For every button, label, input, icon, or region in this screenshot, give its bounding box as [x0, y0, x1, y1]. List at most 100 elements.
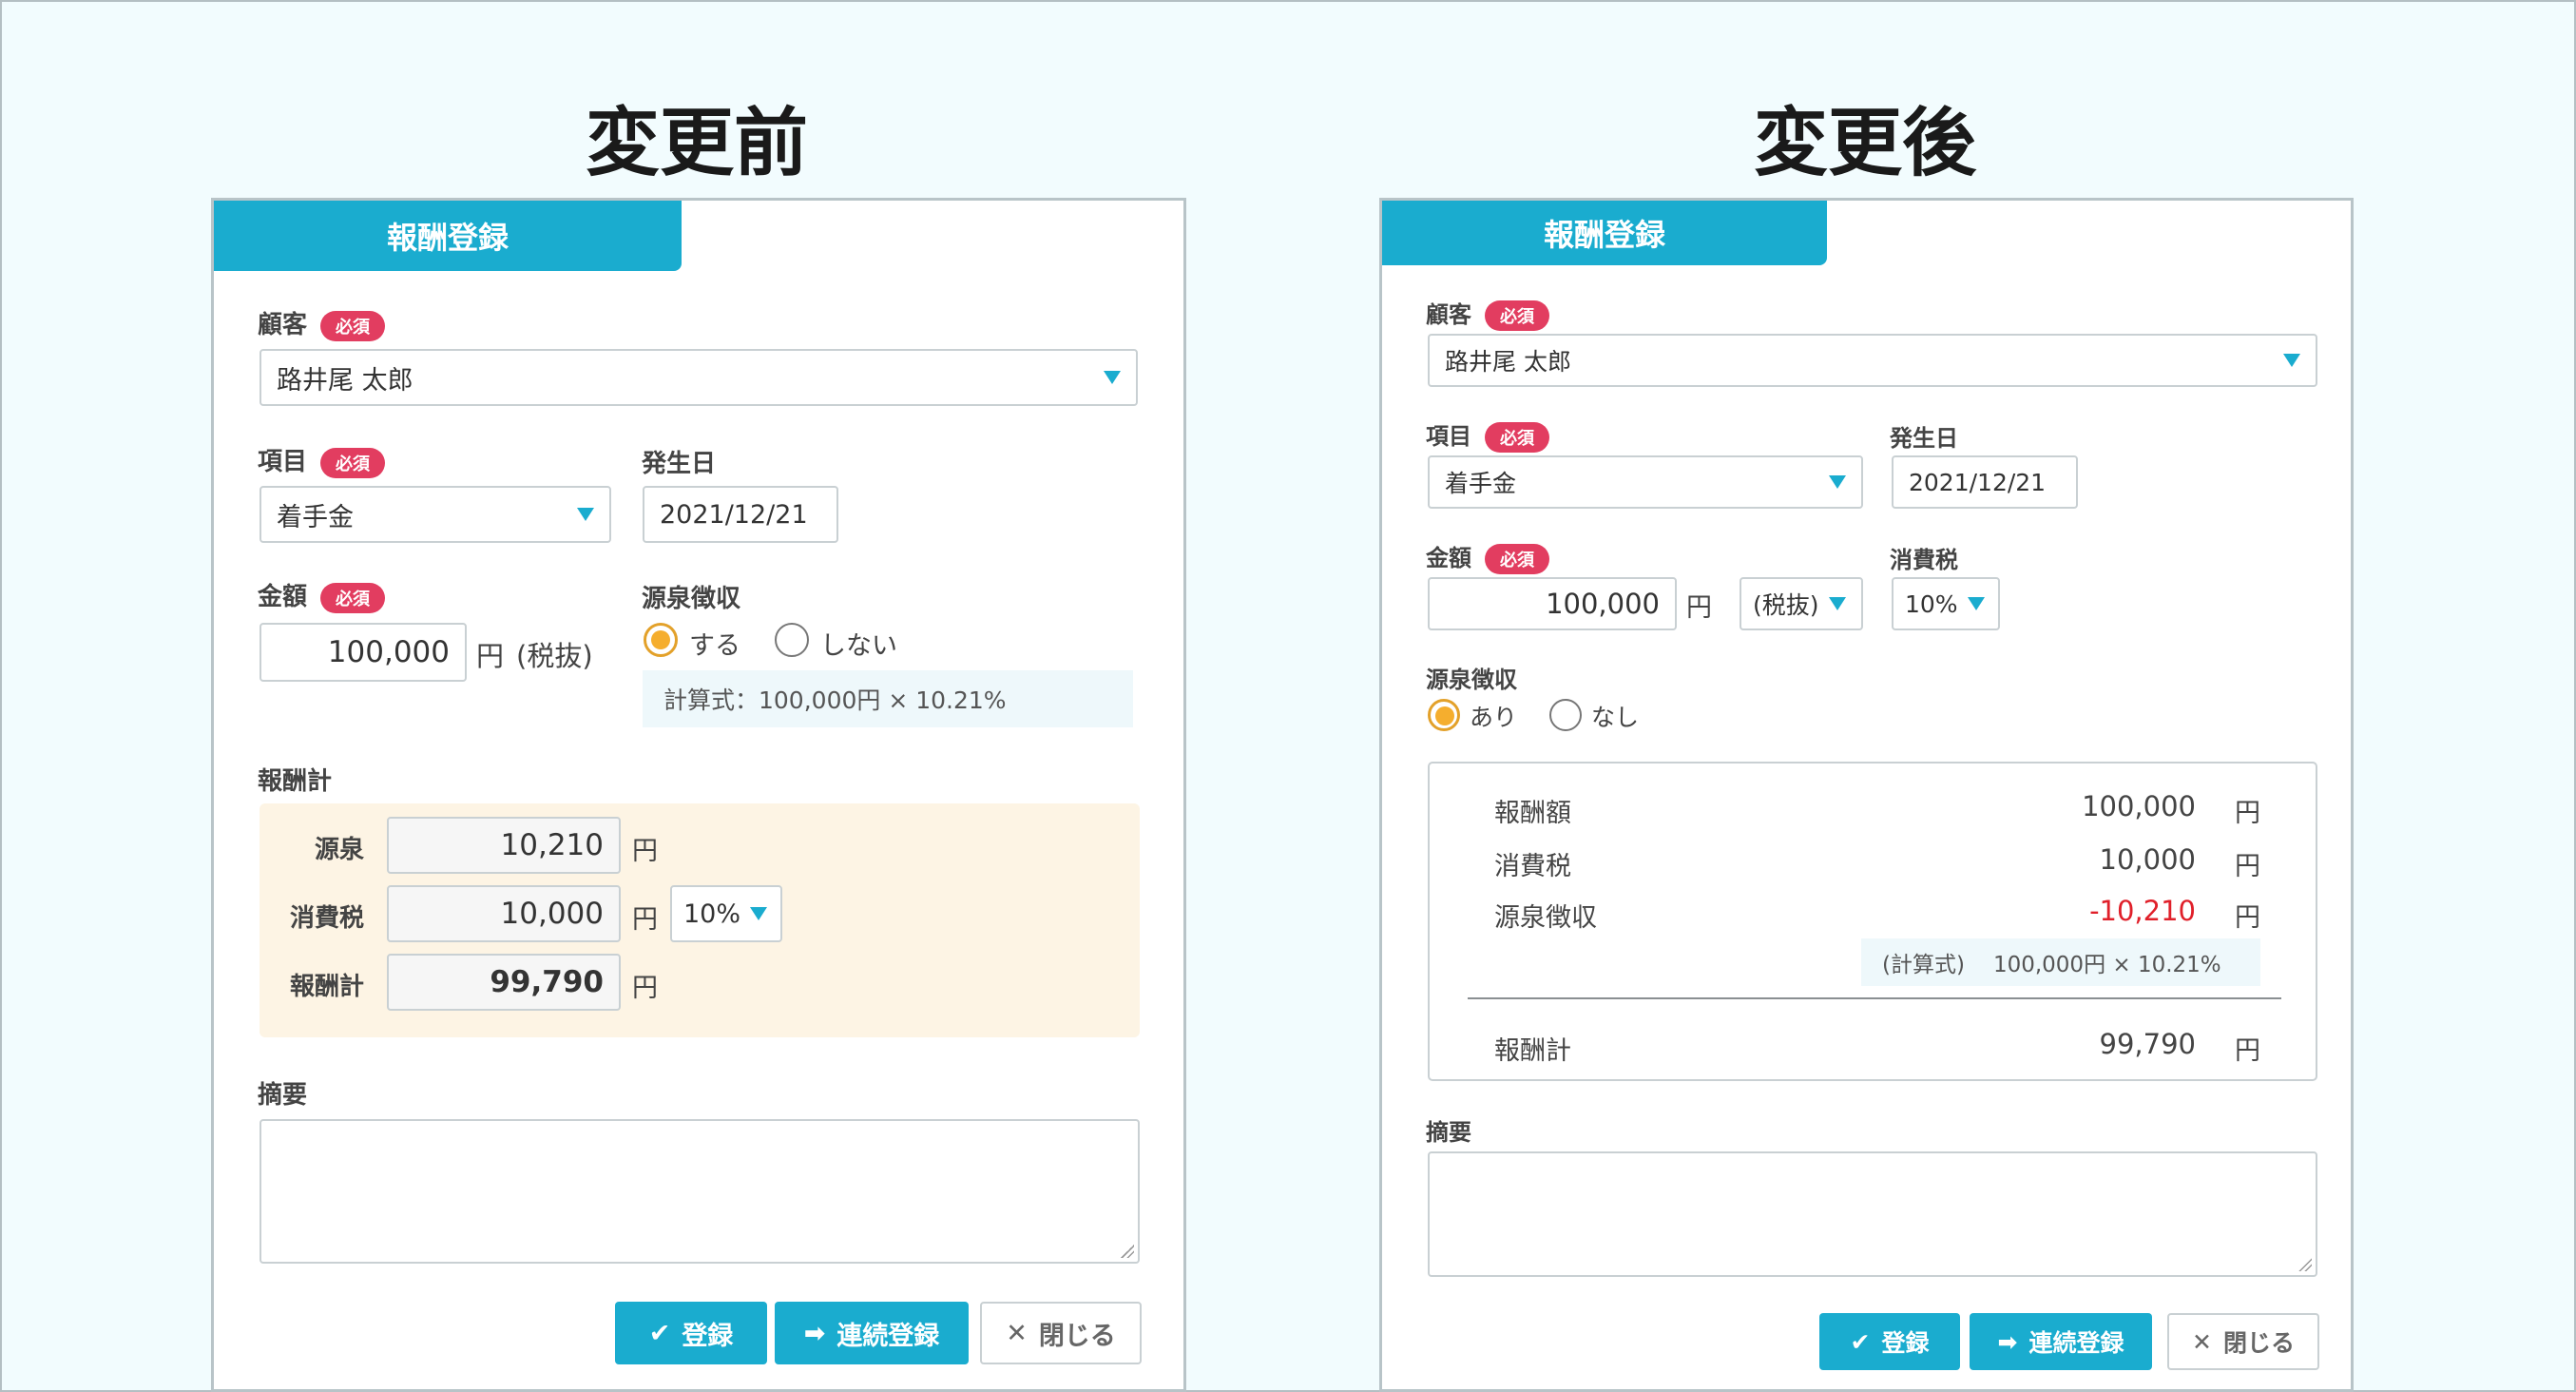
- required-badge: 必須: [1485, 544, 1549, 574]
- item-value: 着手金: [1445, 470, 1517, 497]
- register-button[interactable]: ✔ 登録: [1819, 1313, 1960, 1370]
- item-value: 着手金: [277, 502, 354, 532]
- withholding-row-label: 源泉: [315, 836, 365, 864]
- customer-select[interactable]: 路井尾 太郎: [260, 349, 1138, 406]
- customer-label: 顧客 必須: [258, 305, 386, 341]
- withholding-unit: 円: [632, 837, 658, 866]
- fee-amount-label: 報酬額: [1494, 799, 1571, 828]
- continuous-register-button[interactable]: ➡ 連続登録: [1970, 1313, 2152, 1370]
- required-badge: 必須: [1485, 300, 1549, 331]
- item-label: 項目 必須: [258, 442, 386, 478]
- check-icon: ✔: [648, 1318, 671, 1348]
- date-label: 発生日: [1890, 425, 1958, 452]
- customer-value: 路井尾 太郎: [277, 365, 413, 396]
- resize-handle-icon[interactable]: [1121, 1245, 1134, 1258]
- chevron-down-icon: [1104, 371, 1121, 384]
- customer-select[interactable]: 路井尾 太郎: [1428, 334, 2317, 387]
- tax-unit: 円: [632, 905, 658, 935]
- withholding-formula: (計算式) 100,000円 × 10.21%: [1861, 938, 2260, 986]
- date-input[interactable]: 2021/12/21: [643, 486, 838, 543]
- summary-divider: [1468, 997, 2281, 999]
- fee-summary-box: 報酬額 100,000 円 消費税 10,000 円 源泉徴収 -10,210 …: [1428, 762, 2317, 1081]
- fee-sum-unit: 円: [632, 974, 658, 1003]
- customer-value: 路井尾 太郎: [1445, 348, 1571, 376]
- before-panel: 報酬登録 顧客 必須 路井尾 太郎 項目 必須 着手金 発生日 2021/12/21…: [211, 198, 1186, 1392]
- after-panel: 報酬登録 顧客 必須 路井尾 太郎 項目 必須 着手金 発生日 2021/12/21…: [1379, 198, 2354, 1392]
- withholding-amount: 10,210: [387, 817, 621, 874]
- tax-mode-select[interactable]: (税抜): [1740, 577, 1863, 630]
- continuous-register-button[interactable]: ➡ 連続登録: [775, 1302, 969, 1364]
- after-tab-title: 報酬登録: [1382, 201, 1827, 265]
- before-tab-title: 報酬登録: [214, 201, 682, 271]
- tax-amount-label: 消費税: [1494, 852, 1571, 881]
- after-heading: 変更後: [1753, 101, 1976, 186]
- memo-label: 摘要: [258, 1081, 308, 1110]
- check-icon: ✔: [1850, 1327, 1871, 1356]
- fee-sum-value: 99,790: [2099, 1028, 2196, 1060]
- fee-amount-value: 100,000: [2082, 790, 2196, 822]
- fee-sum-label: 報酬計: [1494, 1036, 1571, 1066]
- required-badge: 必須: [320, 447, 386, 478]
- withholding-label: 源泉徴収: [1426, 667, 1517, 693]
- date-label: 発生日: [642, 450, 717, 478]
- withholding-option-no[interactable]: しない: [820, 625, 897, 662]
- tax-amount: 10,000: [387, 885, 621, 942]
- required-badge: 必須: [320, 582, 386, 613]
- close-button[interactable]: ✕ 閉じる: [980, 1302, 1142, 1364]
- amount-label: 金額 必須: [258, 577, 386, 613]
- register-button[interactable]: ✔ 登録: [615, 1302, 767, 1364]
- amount-input[interactable]: 100,000: [260, 623, 467, 682]
- fee-total-label: 報酬計: [258, 767, 333, 796]
- amount-label: 金額 必須: [1426, 539, 1549, 574]
- amount-input[interactable]: 100,000: [1428, 577, 1677, 630]
- arrow-right-icon: ➡: [803, 1318, 826, 1348]
- chevron-down-icon: [750, 907, 768, 920]
- close-button[interactable]: ✕ 閉じる: [2167, 1313, 2319, 1370]
- withholding-radio-no[interactable]: [1549, 699, 1582, 731]
- arrow-right-icon: ➡: [1997, 1327, 2018, 1356]
- fee-sum-amount: 99,790: [387, 954, 621, 1011]
- amount-unit: 円: [1686, 593, 1712, 623]
- memo-textarea[interactable]: [1428, 1151, 2317, 1277]
- chevron-down-icon: [2283, 354, 2300, 367]
- item-label: 項目 必須: [1426, 417, 1549, 453]
- customer-label: 顧客 必須: [1426, 296, 1549, 331]
- withholding-radio-yes[interactable]: [644, 623, 678, 657]
- withholding-label: 源泉徴収: [642, 585, 741, 613]
- amount-unit: 円: [476, 640, 505, 672]
- tax-row-label: 消費税: [290, 904, 365, 933]
- memo-label: 摘要: [1426, 1119, 1471, 1146]
- memo-textarea[interactable]: [260, 1119, 1140, 1264]
- item-select[interactable]: 着手金: [260, 486, 611, 543]
- withholding-option-no[interactable]: なし: [1591, 699, 1639, 733]
- chevron-down-icon: [1967, 597, 1985, 610]
- withholding-option-yes[interactable]: あり: [1470, 699, 1517, 733]
- resize-handle-icon[interactable]: [2298, 1258, 2312, 1271]
- required-badge: 必須: [1485, 422, 1549, 453]
- chevron-down-icon: [577, 508, 594, 521]
- close-icon: ✕: [2192, 1327, 2212, 1356]
- tax-rate-value: 10%: [683, 899, 741, 929]
- withholding-amount-label: 源泉徴収: [1494, 903, 1597, 933]
- chevron-down-icon: [1828, 597, 1846, 610]
- chevron-down-icon: [1829, 475, 1846, 489]
- tax-amount-value: 10,000: [2099, 843, 2196, 876]
- fee-amount-unit: 円: [2235, 799, 2260, 828]
- tax-amount-unit: 円: [2235, 852, 2260, 881]
- withholding-option-yes[interactable]: する: [689, 625, 740, 662]
- withholding-radio-yes[interactable]: [1428, 699, 1460, 731]
- fee-sum-unit: 円: [2235, 1036, 2260, 1066]
- tax-mode-value: (税抜): [1753, 591, 1819, 619]
- item-select[interactable]: 着手金: [1428, 455, 1863, 509]
- date-input[interactable]: 2021/12/21: [1892, 455, 2078, 509]
- tax-rate-select[interactable]: 10%: [1892, 577, 2000, 630]
- withholding-formula: 計算式：100,000円 × 10.21%: [643, 670, 1133, 727]
- fee-total-area: 源泉 10,210 円 消費税 10,000 円 10% 報酬計 99,790 …: [260, 803, 1140, 1037]
- withholding-radio-no[interactable]: [775, 623, 809, 657]
- tax-rate-select[interactable]: 10%: [670, 885, 782, 942]
- amount-tax-mode: (税抜): [516, 640, 593, 672]
- tax-rate-value: 10%: [1905, 590, 1958, 618]
- close-icon: ✕: [1006, 1318, 1028, 1348]
- tax-label: 消費税: [1890, 547, 1958, 573]
- fee-sum-row-label: 報酬計: [290, 973, 365, 1001]
